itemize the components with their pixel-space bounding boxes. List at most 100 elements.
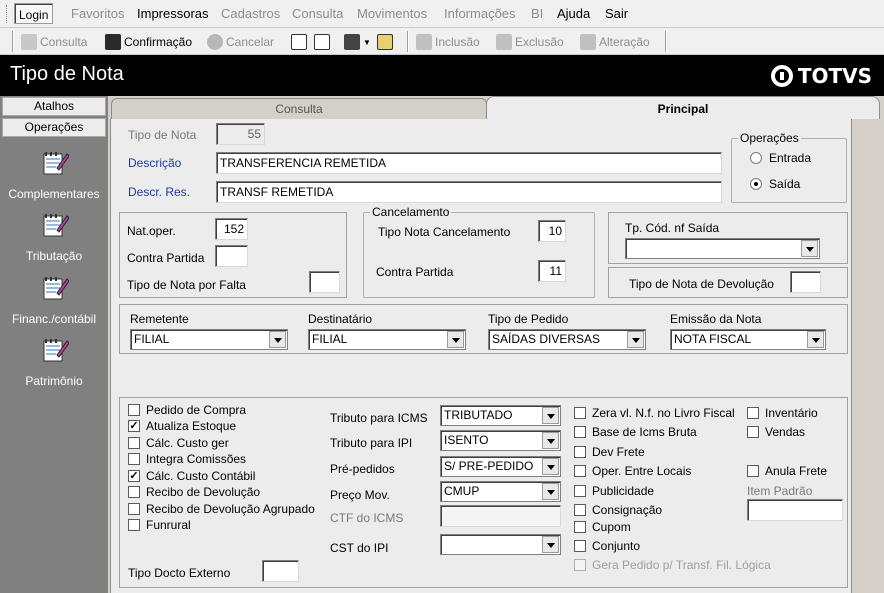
- menu-ajuda[interactable]: Ajuda: [557, 6, 590, 21]
- toolbar-separator: [665, 31, 667, 52]
- checkbox-indicator: [574, 504, 586, 516]
- menu-movimentos[interactable]: Movimentos: [357, 6, 427, 21]
- descricao-field[interactable]: TRANSFERENCIA REMETIDA: [216, 152, 722, 174]
- printer-icon: [344, 34, 360, 50]
- chevron-down-icon[interactable]: [542, 458, 559, 475]
- tab-principal[interactable]: Principal: [486, 96, 880, 120]
- base-icms-bruta-checkbox[interactable]: Base de Icms Bruta: [574, 425, 697, 439]
- menu-login[interactable]: Login: [14, 3, 54, 24]
- new-document-button[interactable]: [291, 33, 307, 51]
- tipo-canc-field[interactable]: 10: [538, 220, 566, 242]
- consulta-button[interactable]: Consulta: [21, 33, 87, 51]
- gera-pedido-transf-checkbox[interactable]: Gera Pedido p/ Transf. Fil. Lógica: [574, 558, 771, 572]
- cancelar-button[interactable]: Cancelar: [207, 33, 274, 51]
- atualiza-estoque-checkbox[interactable]: ✓ Atualiza Estoque: [128, 419, 236, 433]
- contra-partida-field[interactable]: [215, 245, 248, 267]
- calc-custo-ger-checkbox[interactable]: Cálc. Custo ger: [128, 436, 229, 450]
- chevron-down-icon[interactable]: [807, 331, 824, 348]
- calc-custo-contabil-checkbox[interactable]: ✓ Cálc. Custo Contábil: [128, 469, 255, 483]
- alteracao-button[interactable]: Alteração: [580, 33, 650, 51]
- descr-res-field[interactable]: TRANSF REMETIDA: [216, 181, 722, 203]
- open-document-icon: [314, 34, 330, 50]
- totvs-logo-icon: [770, 65, 793, 87]
- preco-mov-label: Preço Mov.: [330, 488, 390, 502]
- chevron-down-icon[interactable]: [801, 240, 818, 257]
- nat-oper-field[interactable]: 152: [215, 218, 248, 240]
- print-button[interactable]: ▼: [344, 33, 371, 51]
- tipo-docto-field[interactable]: [262, 560, 299, 582]
- checkbox-indicator: [574, 559, 586, 571]
- inventario-checkbox[interactable]: Inventário: [747, 406, 818, 420]
- emissao-select[interactable]: NOTA FISCAL: [670, 329, 826, 350]
- anula-frete-checkbox[interactable]: Anula Frete: [747, 464, 827, 478]
- totvs-logo: TOTVS: [770, 64, 872, 88]
- oper-entre-locais-checkbox[interactable]: Oper. Entre Locais: [574, 464, 691, 478]
- recibo-devolucao-agrupado-checkbox[interactable]: Recibo de Devolução Agrupado: [128, 502, 315, 516]
- tributo-icms-select[interactable]: TRIBUTADO: [440, 405, 561, 426]
- inclusao-button[interactable]: Inclusão: [416, 33, 480, 51]
- sidebar-operacoes[interactable]: Operações: [2, 118, 106, 137]
- tipo-nota-field[interactable]: 55: [216, 123, 265, 145]
- tipo-pedido-select[interactable]: SAÍDAS DIVERSAS: [488, 329, 646, 350]
- chevron-down-icon[interactable]: [627, 331, 644, 348]
- destinatario-select[interactable]: FILIAL: [308, 329, 466, 350]
- recibo-devolucao-checkbox[interactable]: Recibo de Devolução: [128, 485, 260, 499]
- checkbox-indicator: [574, 426, 586, 438]
- vendas-checkbox[interactable]: Vendas: [747, 425, 805, 439]
- chevron-down-icon[interactable]: [542, 432, 559, 449]
- integra-comissoes-checkbox[interactable]: Integra Comissões: [128, 452, 246, 466]
- cupom-checkbox[interactable]: Cupom: [574, 520, 631, 534]
- menu-sair[interactable]: Sair: [605, 6, 628, 21]
- menu-consulta[interactable]: Consulta: [292, 6, 343, 21]
- remetente-select[interactable]: FILIAL: [130, 329, 288, 350]
- menu-favoritos[interactable]: Favoritos: [71, 6, 124, 21]
- funrural-checkbox[interactable]: Funrural: [128, 518, 191, 532]
- cst-ipi-label: CST do IPI: [330, 541, 389, 555]
- sidebar-item-complementares[interactable]: Complementares: [0, 148, 108, 201]
- checkbox-indicator: [128, 486, 140, 498]
- tributo-ipi-select[interactable]: ISENTO: [440, 430, 561, 451]
- entrada-radio[interactable]: Entrada: [750, 151, 811, 165]
- tp-cod-select[interactable]: [625, 238, 820, 259]
- tipo-falta-field[interactable]: [309, 271, 340, 293]
- print-preview-button[interactable]: [377, 33, 393, 51]
- sidebar-item-patrimonio[interactable]: Patrimônio: [0, 335, 108, 388]
- devolucao-field[interactable]: [790, 271, 821, 293]
- chevron-down-icon[interactable]: [269, 331, 286, 348]
- conjunto-checkbox[interactable]: Conjunto: [574, 539, 640, 553]
- chevron-down-icon[interactable]: [542, 407, 559, 424]
- sidebar-item-tributacao[interactable]: Tributação: [0, 210, 108, 263]
- tipo-falta-label: Tipo de Nota por Falta: [127, 278, 246, 292]
- binoculars-icon: [21, 34, 37, 50]
- menu-bi[interactable]: BI: [531, 6, 543, 21]
- zera-vl-nf-checkbox[interactable]: Zera vl. N.f. no Livro Fiscal: [574, 406, 735, 420]
- exclusao-button[interactable]: Exclusão: [496, 33, 564, 51]
- checkbox-indicator: [747, 407, 759, 419]
- menu-cadastros[interactable]: Cadastros: [221, 6, 280, 21]
- ctf-icms-field[interactable]: [440, 505, 561, 527]
- menu-informacoes[interactable]: Informações: [444, 6, 516, 21]
- floppy-icon: [105, 34, 121, 50]
- open-document-button[interactable]: [314, 33, 330, 51]
- confirmacao-button[interactable]: Confirmação: [105, 33, 192, 51]
- sidebar: Atalhos Operações Complementares Tributa…: [0, 96, 108, 593]
- sidebar-atalhos[interactable]: Atalhos: [2, 97, 106, 116]
- options-panel: Pedido de Compra ✓ Atualiza Estoque Cálc. C…: [119, 397, 848, 588]
- tab-consulta[interactable]: Consulta: [111, 98, 487, 120]
- pre-pedidos-select[interactable]: S/ PRE-PEDIDO: [440, 456, 561, 477]
- publicidade-checkbox[interactable]: Publicidade: [574, 484, 654, 498]
- sidebar-item-financ-contabil[interactable]: Financ./contábil: [0, 273, 108, 326]
- preco-mov-select[interactable]: CMUP: [440, 481, 561, 502]
- saida-radio[interactable]: Saída: [750, 177, 800, 191]
- contra-partida-canc-field[interactable]: 11: [538, 260, 566, 282]
- chevron-down-icon[interactable]: [542, 483, 559, 500]
- cst-ipi-select[interactable]: [440, 534, 561, 555]
- pedido-compra-checkbox[interactable]: Pedido de Compra: [128, 403, 246, 417]
- item-padrao-field[interactable]: [747, 499, 843, 521]
- dev-frete-checkbox[interactable]: Dev Frete: [574, 445, 645, 459]
- checkbox-indicator: [128, 404, 140, 416]
- menu-impressoras[interactable]: Impressoras: [137, 6, 209, 21]
- chevron-down-icon[interactable]: [447, 331, 464, 348]
- consignacao-checkbox[interactable]: Consignação: [574, 503, 662, 517]
- chevron-down-icon[interactable]: [542, 536, 559, 553]
